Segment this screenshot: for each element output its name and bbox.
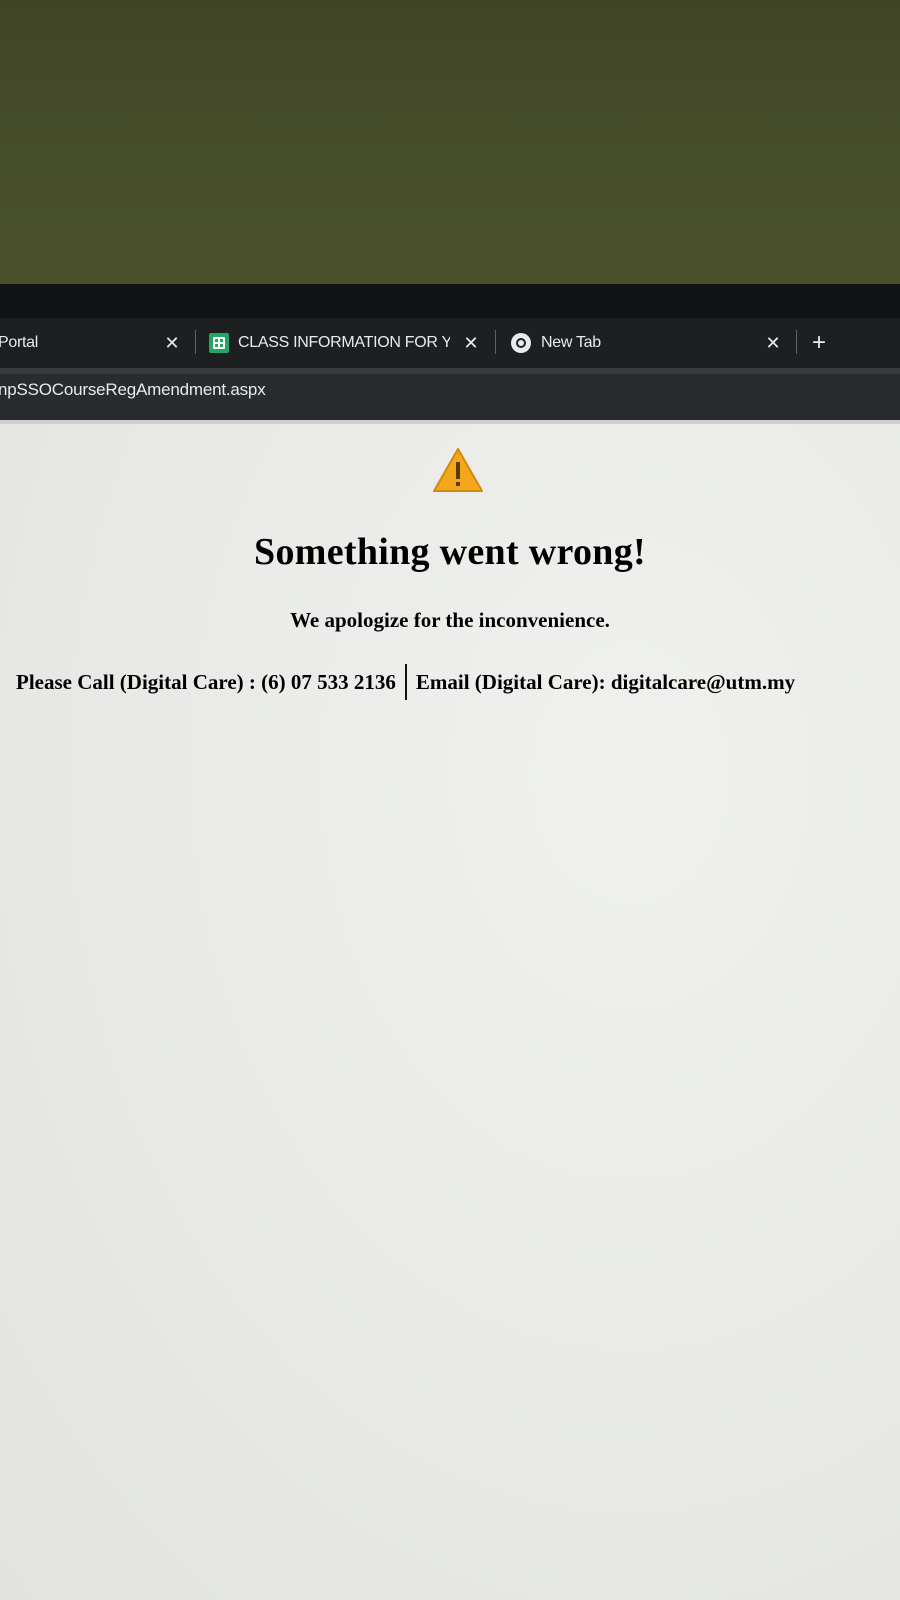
close-tab-portal-icon[interactable]: ✕ [161, 332, 183, 354]
close-tab-class-information-icon[interactable]: ✕ [460, 332, 482, 354]
contact-divider [404, 664, 407, 700]
photo-scene: Portal ✕ CLASS INFORMATION FOR YEA ✕ New… [0, 0, 900, 1600]
chrome-icon [511, 333, 531, 353]
tab-portal[interactable]: Portal [0, 318, 148, 368]
url-text[interactable]: npSSOCourseRegAmendment.aspx [0, 380, 266, 400]
error-subtitle: We apologize for the inconvenience. [290, 608, 610, 632]
error-title: Something went wrong! [254, 531, 646, 573]
tab-new-tab[interactable]: New Tab [511, 318, 741, 368]
monitor-bezel [0, 284, 900, 320]
background-wall [0, 0, 900, 292]
google-sheets-icon [209, 333, 229, 353]
tab-class-information[interactable]: CLASS INFORMATION FOR YEA [209, 318, 453, 368]
contact-line: Please Call (Digital Care) : (6) 07 533 … [16, 664, 795, 700]
tab-separator [796, 330, 797, 354]
phone-contact: Please Call (Digital Care) : (6) 07 533 … [16, 669, 396, 694]
tab-separator [195, 330, 196, 354]
tab-separator [495, 330, 496, 354]
email-contact: Email (Digital Care): digitalcare@utm.my [415, 669, 796, 694]
new-tab-button[interactable]: + [806, 329, 832, 356]
page-top-border [0, 420, 900, 424]
error-page [0, 420, 900, 1600]
warning-triangle-icon [433, 448, 483, 492]
close-tab-new-tab-icon[interactable]: ✕ [762, 332, 784, 354]
tab-title: Portal [0, 334, 38, 351]
address-bar[interactable]: npSSOCourseRegAmendment.aspx [0, 368, 900, 420]
tab-title: CLASS INFORMATION FOR YEA [238, 334, 450, 351]
tab-title: New Tab [541, 334, 601, 351]
browser-tabstrip: Portal ✕ CLASS INFORMATION FOR YEA ✕ New… [0, 318, 900, 368]
